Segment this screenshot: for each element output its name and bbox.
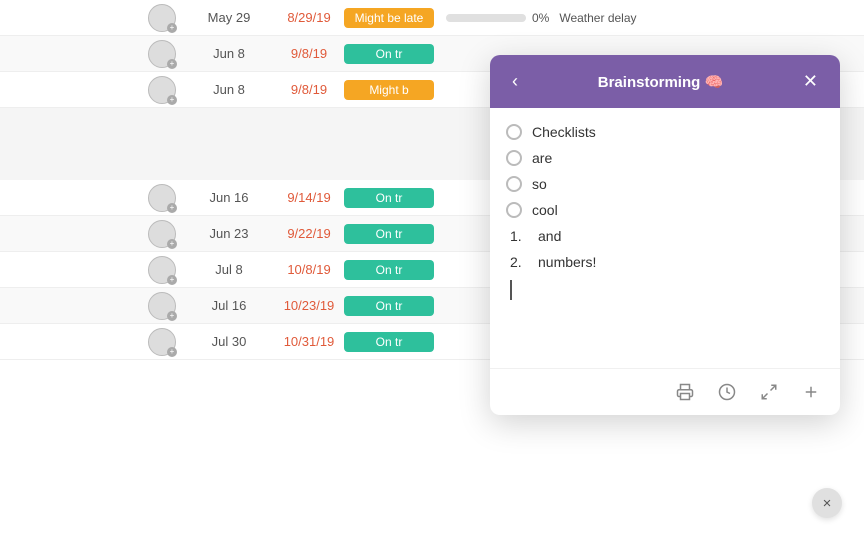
status-badge: Might be late <box>344 8 434 28</box>
modal-footer <box>490 368 840 415</box>
brainstorm-modal: ‹ Brainstorming 🧠 ✕ Checklists are so co… <box>490 55 840 415</box>
col-date: May 29 <box>184 10 274 25</box>
status-badge: On tr <box>344 332 434 352</box>
col-due: 10/8/19 <box>274 262 344 277</box>
avatar <box>148 256 176 284</box>
modal-body: Checklists are so cool 1. and 2. numbers… <box>490 108 840 368</box>
checkbox-icon[interactable] <box>506 150 522 166</box>
number-label: 2. <box>510 254 528 270</box>
modal-title: Brainstorming 🧠 <box>524 73 797 91</box>
progress-label: Weather delay <box>559 11 636 25</box>
col-due: 9/8/19 <box>274 46 344 61</box>
col-date: Jun 16 <box>184 190 274 205</box>
checklist-text: are <box>532 150 552 166</box>
col-date: Jul 8 <box>184 262 274 277</box>
numbered-item-1: 1. and <box>506 228 820 244</box>
col-due: 9/14/19 <box>274 190 344 205</box>
status-badge: On tr <box>344 296 434 316</box>
status-badge: Might b <box>344 80 434 100</box>
checkbox-icon[interactable] <box>506 176 522 192</box>
col-date: Jun 8 <box>184 82 274 97</box>
checklist-item-2: are <box>506 150 820 166</box>
numbered-text: and <box>538 228 561 244</box>
avatar <box>148 4 176 32</box>
checkbox-icon[interactable] <box>506 202 522 218</box>
modal-close-button[interactable]: ✕ <box>797 69 824 94</box>
progress-area: 0% Weather delay <box>446 11 637 25</box>
checklist-item-4: cool <box>506 202 820 218</box>
col-due: 9/8/19 <box>274 82 344 97</box>
avatar <box>148 220 176 248</box>
avatar <box>148 328 176 356</box>
col-due: 10/23/19 <box>274 298 344 313</box>
checklist-item-3: so <box>506 176 820 192</box>
print-button[interactable] <box>672 379 698 405</box>
checkbox-icon[interactable] <box>506 124 522 140</box>
table-row: May 29 8/29/19 Might be late 0% Weather … <box>0 0 864 36</box>
col-date: Jun 23 <box>184 226 274 241</box>
progress-pct: 0% <box>532 11 549 25</box>
modal-back-button[interactable]: ‹ <box>506 69 524 94</box>
checklist-text: Checklists <box>532 124 596 140</box>
bottom-close-button[interactable]: × <box>812 488 842 518</box>
status-badge: On tr <box>344 224 434 244</box>
col-due: 10/31/19 <box>274 334 344 349</box>
expand-button[interactable] <box>756 379 782 405</box>
col-due: 8/29/19 <box>274 10 344 25</box>
history-button[interactable] <box>714 379 740 405</box>
numbered-item-2: 2. numbers! <box>506 254 820 270</box>
avatar <box>148 76 176 104</box>
col-date: Jun 8 <box>184 46 274 61</box>
col-date: Jul 30 <box>184 334 274 349</box>
add-button[interactable] <box>798 379 824 405</box>
modal-header: ‹ Brainstorming 🧠 ✕ <box>490 55 840 108</box>
checklist-text: so <box>532 176 547 192</box>
status-badge: On tr <box>344 188 434 208</box>
checklist-text: cool <box>532 202 558 218</box>
numbered-text: numbers! <box>538 254 596 270</box>
col-due: 9/22/19 <box>274 226 344 241</box>
avatar <box>148 40 176 68</box>
progress-bar-wrap <box>446 14 526 22</box>
text-cursor <box>510 280 512 300</box>
number-label: 1. <box>510 228 528 244</box>
col-date: Jul 16 <box>184 298 274 313</box>
avatar <box>148 184 176 212</box>
checklist-item-1: Checklists <box>506 124 820 140</box>
avatar <box>148 292 176 320</box>
status-badge: On tr <box>344 44 434 64</box>
status-badge: On tr <box>344 260 434 280</box>
